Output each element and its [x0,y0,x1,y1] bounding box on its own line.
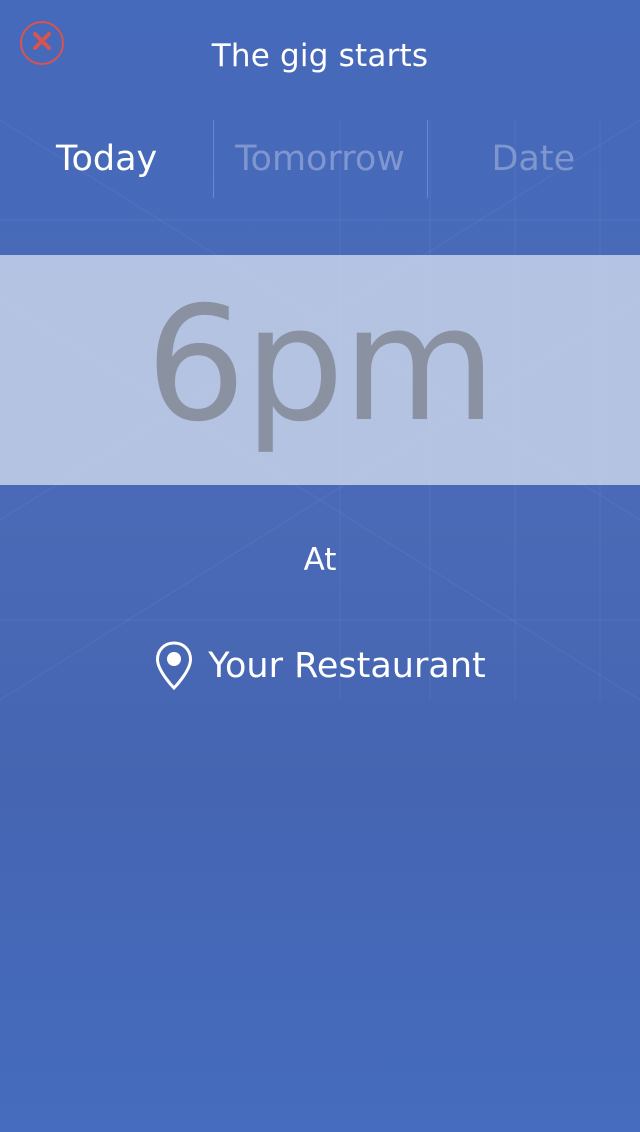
location-pin-icon [154,640,194,692]
page-title: The gig starts [211,38,429,74]
time-value: 6pm [145,273,497,457]
venue-name: Your Restaurant [208,646,486,686]
day-tabs: Today Tomorrow Date [0,118,640,200]
venue-selector[interactable]: Your Restaurant [0,640,640,692]
tab-today[interactable]: Today [0,118,213,200]
tab-date[interactable]: Date [426,118,640,200]
time-picker[interactable]: 6pm [0,255,640,485]
at-label: At [303,542,337,578]
tab-tomorrow[interactable]: Tomorrow [213,118,426,200]
